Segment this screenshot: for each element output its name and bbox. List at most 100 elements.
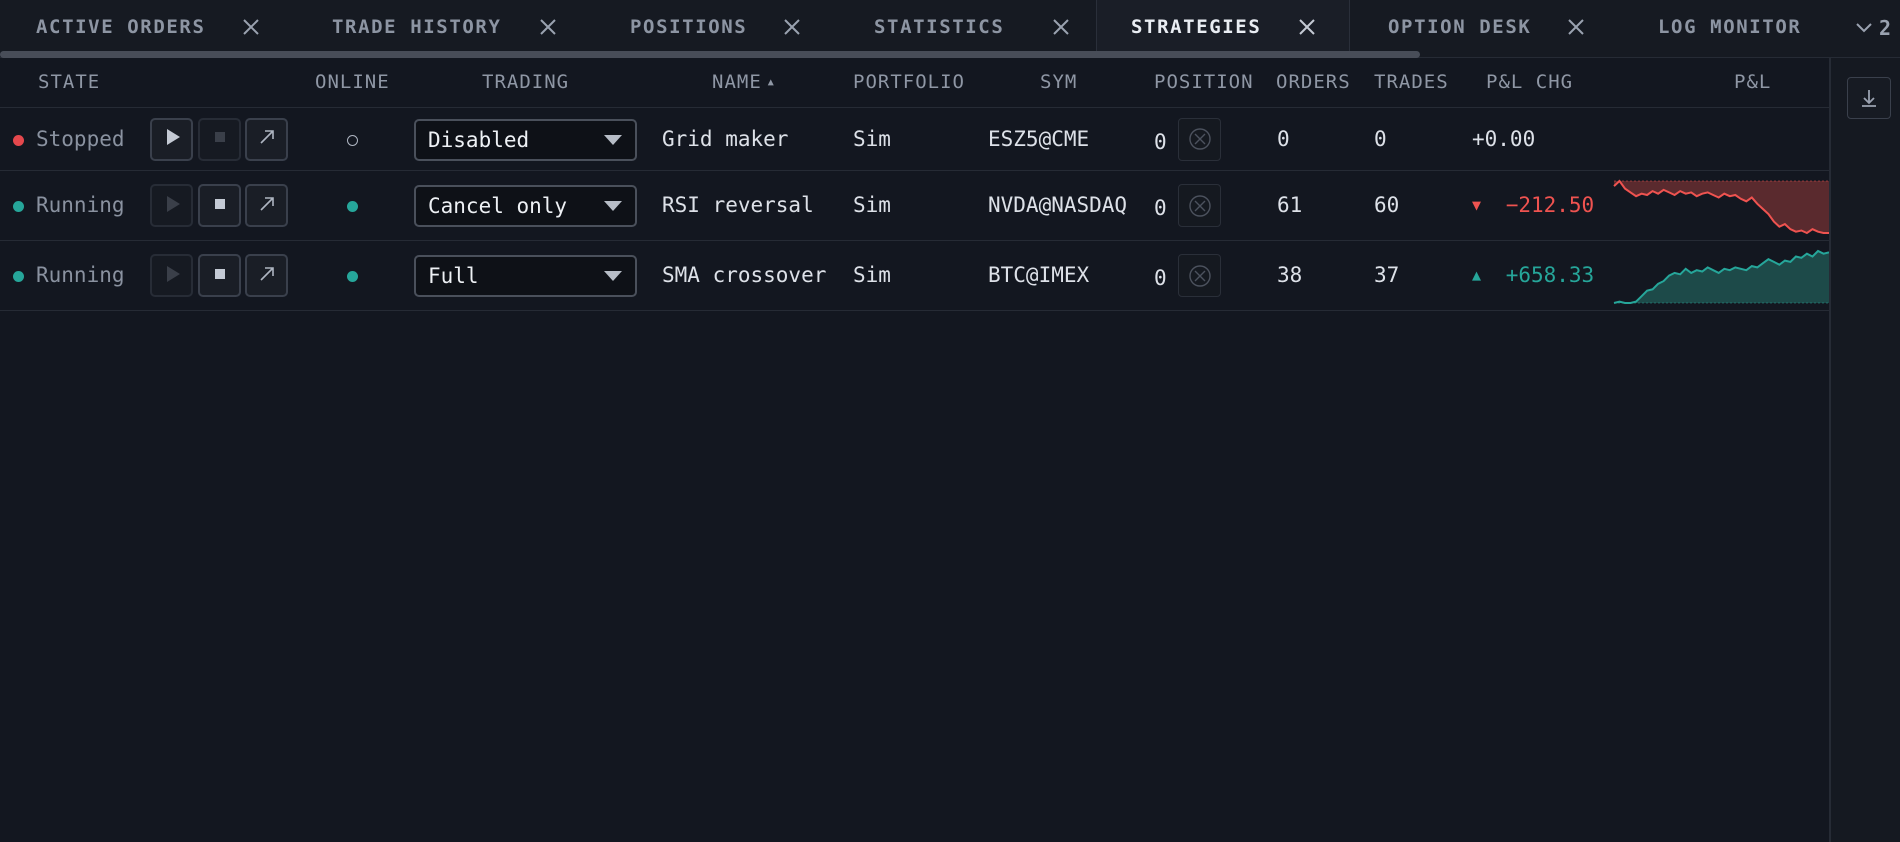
open-strategy-button[interactable] [245, 117, 288, 161]
close-icon[interactable] [1564, 15, 1588, 39]
state-indicator [13, 134, 24, 146]
column-header-label: NAME [712, 71, 762, 93]
stop-button[interactable] [198, 117, 241, 161]
position-value: 0 [1154, 266, 1167, 290]
export-button[interactable] [1847, 77, 1891, 119]
sort-asc-icon: ▲ [767, 77, 775, 88]
tab-label: LOG MONITOR [1658, 16, 1802, 38]
tab-positions[interactable]: POSITIONS [592, 0, 836, 56]
position-value: 0 [1154, 196, 1167, 220]
close-icon[interactable] [1049, 15, 1073, 39]
stop-button[interactable] [198, 184, 241, 227]
trading-mode-select[interactable]: Full [414, 255, 637, 297]
start-button[interactable] [150, 117, 193, 161]
close-position-button[interactable] [1178, 117, 1221, 161]
side-panel [1829, 58, 1900, 842]
circle-x-icon [1188, 264, 1211, 287]
table-row: Running Full SMA crossover Sim BTC@IMEX … [0, 241, 1829, 311]
column-header-pnl[interactable]: P&L [1734, 71, 1771, 93]
online-indicator [347, 134, 358, 146]
tab-log-monitor[interactable]: LOG MONITOR [1614, 0, 1844, 56]
stop-icon [209, 193, 231, 219]
tab-label: POSITIONS [630, 16, 748, 38]
tab-label: OPTION DESK [1388, 16, 1532, 38]
close-icon[interactable] [536, 15, 560, 39]
start-button[interactable] [150, 184, 193, 227]
pnl-sparkline [1613, 249, 1829, 304]
tab-overflow-button[interactable]: 2 [1844, 0, 1900, 56]
circle-x-icon [1188, 194, 1211, 217]
symbol-value: BTC@IMEX [988, 263, 1090, 287]
tab-statistics[interactable]: STATISTICS [836, 0, 1096, 56]
tab-bar: ACTIVE ORDERS TRADE HISTORY POSITIONS ST… [0, 0, 1900, 58]
caret-down-icon [604, 271, 622, 281]
pnl-change: +0.00 [1472, 127, 1535, 151]
state-label: Running [36, 263, 125, 287]
arrow-up-icon: ▲ [1472, 266, 1482, 284]
close-position-button[interactable] [1178, 184, 1221, 227]
trading-mode-select[interactable]: Cancel only [414, 185, 637, 227]
pnl-sparkline [1612, 108, 1829, 171]
column-header-portfolio[interactable]: PORTFOLIO [853, 71, 965, 93]
column-header-orders[interactable]: ORDERS [1276, 71, 1351, 93]
column-header-sym[interactable]: SYM [1040, 71, 1077, 93]
open-strategy-button[interactable] [245, 184, 288, 227]
close-position-button[interactable] [1178, 254, 1221, 297]
sparkline-area [1614, 251, 1829, 303]
chevron-down-icon [1856, 23, 1872, 33]
tab-overflow-count: 2 [1878, 16, 1892, 40]
circle-x-icon [1188, 128, 1211, 150]
stop-button[interactable] [198, 254, 241, 297]
tab-active-orders[interactable]: ACTIVE ORDERS [0, 0, 296, 56]
table-header: STATE ONLINE TRADING NAME ▲ PORTFOLIO SYM… [0, 58, 1829, 108]
symbol-value: ESZ5@CME [988, 126, 1090, 151]
portfolio-value: Sim [853, 193, 891, 217]
caret-down-icon [604, 201, 622, 211]
portfolio-value: Sim [853, 126, 891, 151]
column-header-name[interactable]: NAME ▲ [712, 71, 775, 93]
external-link-icon [256, 126, 278, 152]
column-header-pnl-chg[interactable]: P&L CHG [1486, 71, 1573, 93]
close-icon[interactable] [239, 15, 263, 39]
stop-icon [209, 126, 231, 152]
column-header-state[interactable]: STATE [38, 71, 100, 93]
sparkline-area [1614, 181, 1829, 233]
strategies-table: STATE ONLINE TRADING NAME ▲ PORTFOLIO SYM… [0, 58, 1829, 311]
orders-count: 38 [1277, 263, 1303, 287]
tab-trade-history[interactable]: TRADE HISTORY [296, 0, 592, 56]
orders-count: 0 [1277, 126, 1290, 151]
close-icon[interactable] [780, 15, 804, 39]
trading-mode-value: Full [428, 264, 479, 288]
portfolio-value: Sim [853, 263, 891, 287]
trading-mode-select[interactable]: Disabled [414, 118, 637, 161]
stop-icon [209, 263, 231, 289]
tab-label: TRADE HISTORY [332, 16, 502, 38]
pnl-change: ▲ +658.33 [1472, 263, 1594, 287]
external-link-icon [256, 263, 278, 289]
pnl-change-value: −212.50 [1505, 193, 1595, 217]
state-label: Running [36, 193, 125, 217]
trading-mode-value: Cancel only [428, 194, 568, 218]
table-row: Running Cancel only RSI reversal Sim NVD… [0, 171, 1829, 241]
pnl-change: ▼ −212.50 [1472, 193, 1594, 217]
strategy-name: RSI reversal [662, 193, 814, 217]
symbol-value: NVDA@NASDAQ [988, 193, 1128, 217]
pnl-change-value: +0.00 [1472, 126, 1536, 151]
play-icon [161, 126, 183, 152]
tab-scrollbar[interactable] [0, 51, 1420, 58]
open-strategy-button[interactable] [245, 254, 288, 297]
start-button[interactable] [150, 254, 193, 297]
tab-label: STATISTICS [874, 16, 1005, 38]
state-indicator [13, 201, 24, 212]
close-icon[interactable] [1295, 15, 1319, 39]
column-header-trading[interactable]: TRADING [482, 71, 569, 93]
column-header-online[interactable]: ONLINE [315, 71, 390, 93]
trading-mode-value: Disabled [428, 127, 530, 152]
state-label: Stopped [36, 126, 125, 151]
tab-option-desk[interactable]: OPTION DESK [1350, 0, 1614, 56]
column-header-position[interactable]: POSITION [1154, 71, 1254, 93]
tab-strategies[interactable]: STRATEGIES [1096, 0, 1350, 56]
trades-count: 37 [1374, 263, 1400, 287]
play-icon [161, 263, 183, 289]
column-header-trades[interactable]: TRADES [1374, 71, 1449, 93]
